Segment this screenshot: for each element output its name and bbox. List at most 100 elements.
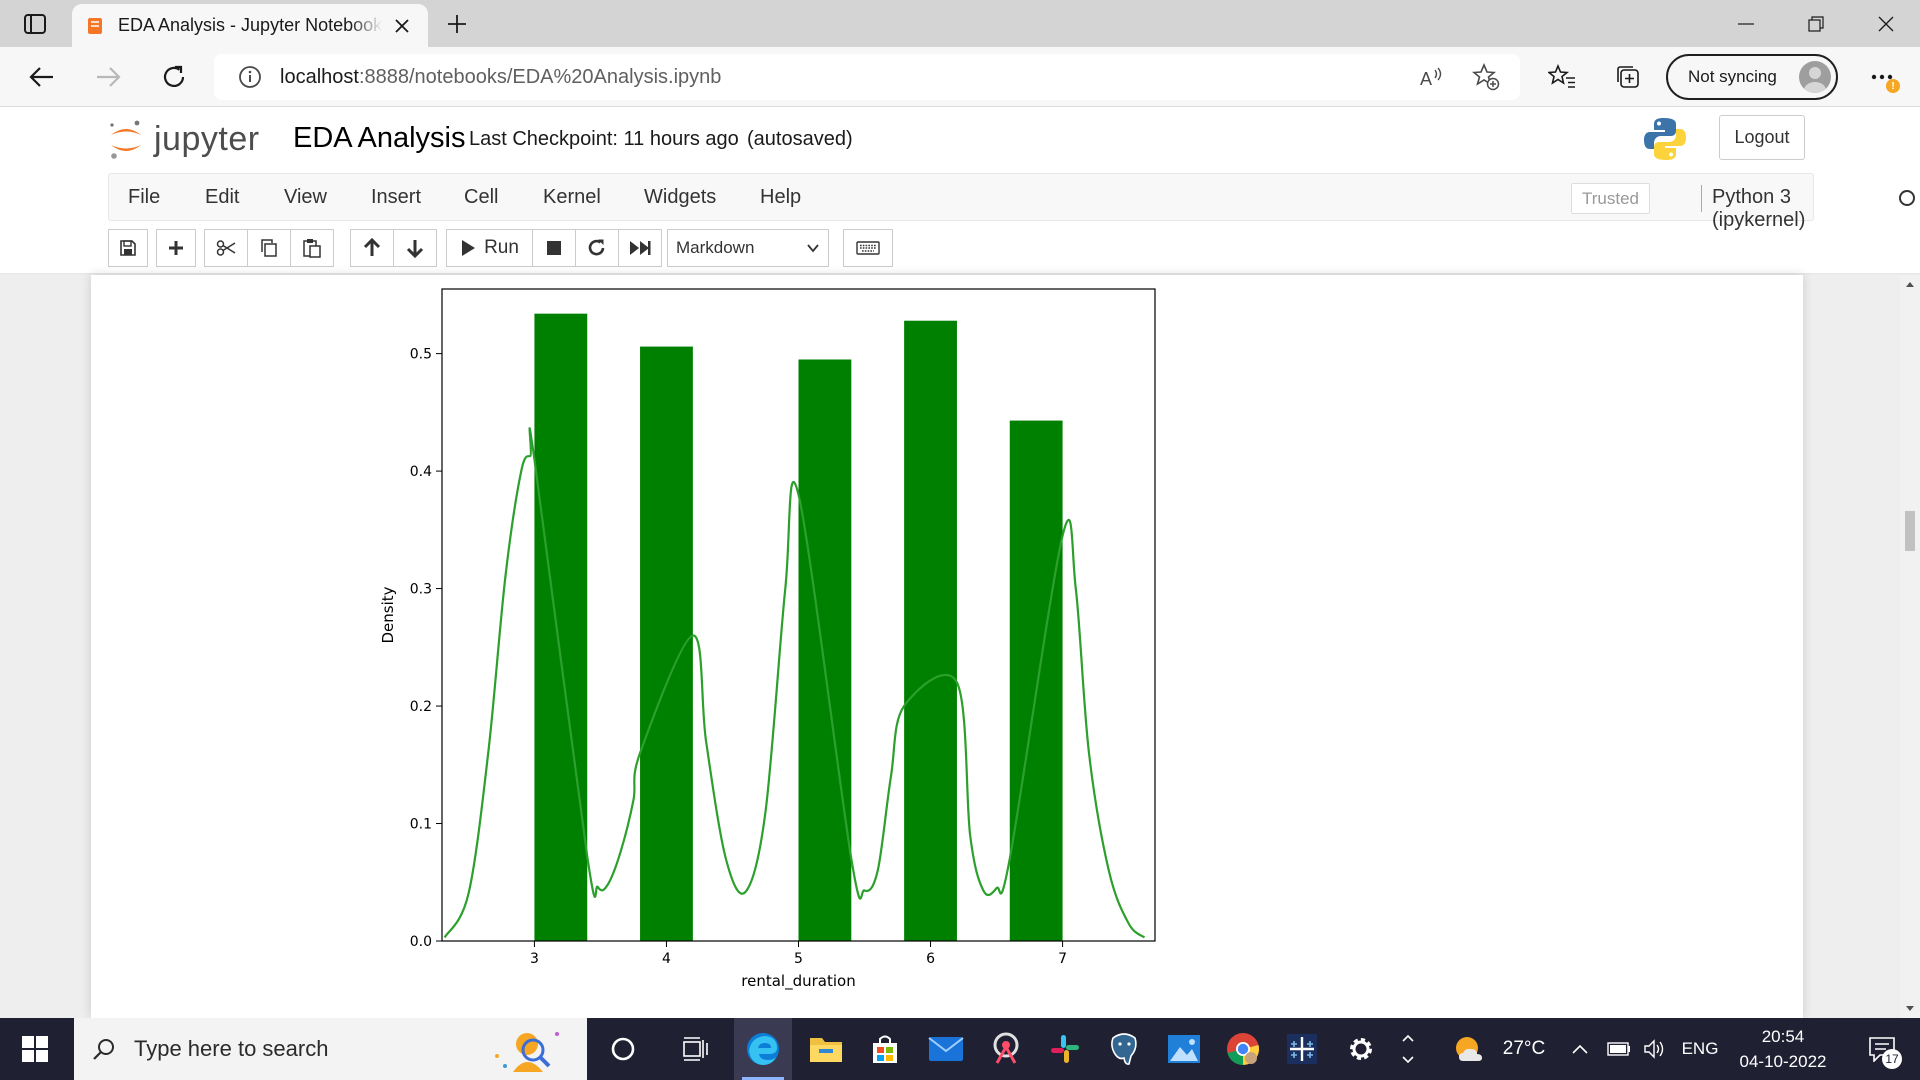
notebook-menubar: File Edit View Insert Cell Kernel Widget… — [108, 173, 1915, 231]
cell-type-select[interactable]: Markdown — [667, 229, 829, 267]
menu-widgets[interactable]: Widgets — [644, 186, 716, 209]
play-icon — [462, 240, 476, 256]
edge-browser-icon[interactable] — [734, 1018, 792, 1080]
new-tab-icon[interactable] — [440, 8, 474, 40]
autosave-status: (autosaved) — [747, 128, 853, 150]
x-tick-label: 7 — [1058, 951, 1067, 967]
jupyter-header: jupyter EDA Analysis Last Checkpoint: 11… — [0, 107, 1920, 173]
restart-icon — [588, 239, 605, 256]
update-badge-icon: ! — [1886, 79, 1900, 93]
menu-file[interactable]: File — [128, 186, 160, 209]
scroll-down-icon[interactable] — [1900, 1000, 1920, 1018]
kernel-name[interactable]: Python 3 (ipykernel) — [1712, 186, 1813, 232]
vertical-scrollbar[interactable] — [1900, 275, 1920, 1018]
command-palette-button[interactable] — [843, 229, 893, 267]
trusted-indicator[interactable]: Trusted — [1571, 183, 1650, 214]
file-explorer-icon[interactable] — [797, 1018, 855, 1080]
histogram-bar — [534, 313, 588, 941]
close-tab-icon[interactable] — [390, 14, 414, 38]
notebook-title[interactable]: EDA Analysis — [293, 122, 465, 155]
scissors-icon — [216, 240, 236, 256]
weather-temperature[interactable]: 27°C — [1494, 1018, 1554, 1080]
read-aloud-icon[interactable]: A — [1412, 57, 1452, 97]
close-window-icon[interactable] — [1852, 0, 1920, 47]
snipping-tool-icon[interactable] — [977, 1018, 1035, 1080]
menu-insert[interactable]: Insert — [371, 186, 421, 209]
collections-icon[interactable] — [1608, 57, 1648, 97]
back-icon[interactable] — [22, 57, 62, 97]
arrow-up-icon — [363, 238, 381, 256]
notebook-container: 0.0 0.1 0.2 0.3 0.4 0.5 3 4 5 6 7 rental_duration De… — [91, 275, 1803, 1018]
menu-kernel[interactable]: Kernel — [543, 186, 601, 209]
notification-center-icon[interactable]: 17 — [1852, 1018, 1912, 1080]
interrupt-button[interactable] — [532, 229, 576, 267]
restore-icon[interactable] — [1782, 0, 1850, 47]
slack-icon[interactable] — [1036, 1018, 1094, 1080]
volume-icon[interactable] — [1640, 1018, 1670, 1080]
restart-run-all-button[interactable] — [618, 229, 662, 267]
move-down-button[interactable] — [393, 229, 437, 267]
python-logo-icon — [1644, 118, 1686, 160]
site-info-icon[interactable] — [228, 54, 272, 100]
system-clock[interactable]: 20:54 04-10-2022 — [1738, 1024, 1828, 1074]
favorites-icon[interactable] — [1542, 57, 1582, 97]
url-path: :8888/notebooks/EDA%20Analysis.ipynb — [358, 65, 722, 88]
menu-view[interactable]: View — [284, 186, 327, 209]
start-button[interactable] — [0, 1018, 70, 1080]
battery-icon[interactable] — [1604, 1018, 1634, 1080]
save-button[interactable] — [108, 229, 148, 267]
show-hidden-icons-icon[interactable] — [1568, 1018, 1592, 1080]
input-language[interactable]: ENG — [1678, 1018, 1722, 1080]
cortana-icon[interactable] — [594, 1018, 652, 1080]
add-favorite-icon[interactable] — [1466, 57, 1506, 97]
run-button[interactable]: Run — [446, 229, 533, 267]
windows-taskbar: Type here to search 27°C ENG 20:54 04-10… — [0, 1018, 1920, 1080]
postgresql-icon[interactable] — [1095, 1018, 1153, 1080]
mail-icon[interactable] — [917, 1018, 975, 1080]
menu-edit[interactable]: Edit — [205, 186, 239, 209]
profile-avatar — [1799, 61, 1831, 93]
forward-icon[interactable] — [88, 57, 128, 97]
tab-actions-icon[interactable] — [14, 10, 56, 38]
tableau-icon[interactable] — [1273, 1018, 1331, 1080]
move-up-button[interactable] — [350, 229, 394, 267]
notebook-scroll-area[interactable]: 0.0 0.1 0.2 0.3 0.4 0.5 3 4 5 6 7 rental_duration De… — [0, 275, 1900, 1018]
copy-button[interactable] — [247, 229, 291, 267]
windows-logo-icon — [22, 1036, 48, 1062]
microsoft-store-icon[interactable] — [856, 1018, 914, 1080]
save-icon — [120, 240, 136, 256]
refresh-icon[interactable] — [154, 57, 194, 97]
cut-button[interactable] — [204, 229, 248, 267]
taskbar-overflow-icon[interactable] — [1398, 1018, 1418, 1080]
paste-button[interactable] — [290, 229, 334, 267]
insert-cell-button[interactable] — [156, 229, 196, 267]
scroll-up-icon[interactable] — [1900, 275, 1920, 293]
restart-kernel-button[interactable] — [575, 229, 619, 267]
profile-sync-button[interactable]: Not syncing — [1666, 54, 1838, 100]
browser-tab-active[interactable]: EDA Analysis - Jupyter Notebook — [72, 4, 428, 47]
scrollbar-thumb[interactable] — [1905, 511, 1915, 551]
address-bar[interactable]: localhost:8888/notebooks/EDA%20Analysis.… — [214, 54, 1520, 100]
keyboard-icon — [856, 241, 880, 255]
x-tick-label: 4 — [662, 951, 671, 967]
jupyter-logo[interactable]: jupyter — [108, 117, 260, 161]
task-view-icon[interactable] — [666, 1018, 724, 1080]
x-tick-label: 6 — [926, 951, 935, 967]
minimize-icon[interactable] — [1712, 0, 1780, 47]
sync-label: Not syncing — [1688, 67, 1777, 86]
menu-cell[interactable]: Cell — [464, 186, 498, 209]
run-label: Run — [484, 237, 519, 258]
settings-more-icon[interactable]: ! — [1862, 57, 1902, 97]
logout-button[interactable]: Logout — [1719, 115, 1805, 160]
x-axis-label: rental_duration — [741, 972, 855, 991]
search-highlight-icon — [495, 1032, 559, 1072]
search-icon — [74, 1018, 134, 1080]
chrome-icon[interactable] — [1214, 1018, 1272, 1080]
weather-icon[interactable] — [1450, 1018, 1490, 1080]
taskbar-search-box[interactable]: Type here to search — [74, 1018, 587, 1080]
menu-help[interactable]: Help — [760, 186, 801, 209]
browser-tab-strip: EDA Analysis - Jupyter Notebook — [0, 0, 1920, 47]
photos-icon[interactable] — [1155, 1018, 1213, 1080]
settings-gear-icon[interactable] — [1332, 1018, 1390, 1080]
y-tick-label: 0.2 — [410, 699, 432, 715]
